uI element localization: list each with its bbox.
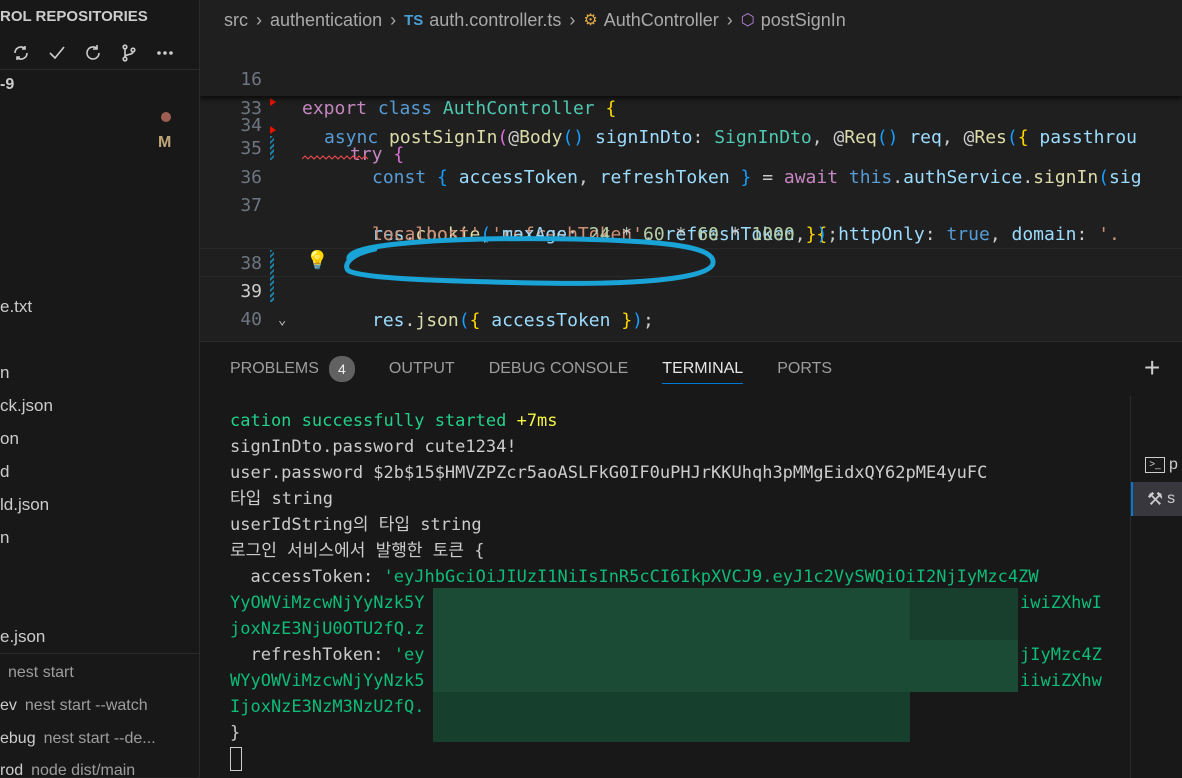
terminal-line [230, 746, 1110, 772]
npm-script-name: ebug [0, 730, 36, 747]
npm-script-item[interactable]: rod node dist/main [0, 762, 135, 777]
code-line[interactable]: 16 export class AuthController { [200, 40, 1182, 119]
file-item[interactable]: e.txt [0, 297, 32, 317]
terminal-icon: >_ [1145, 457, 1165, 473]
tab-ports[interactable]: PORTS [777, 342, 832, 396]
terminal-list-item[interactable]: ⚒ s [1131, 482, 1182, 516]
bottom-panel: PROBLEMS 4 OUTPUT DEBUG CONSOLE TERMINAL … [200, 341, 1182, 778]
tools-icon: ⚒ [1147, 488, 1164, 509]
chevron-right-icon: › [256, 9, 262, 30]
line-number: 33 [240, 98, 262, 119]
tab-label: TERMINAL [662, 360, 744, 377]
modified-gutter-bar [270, 136, 274, 160]
tab-output[interactable]: OUTPUT [389, 342, 455, 396]
file-item[interactable]: n [0, 528, 9, 548]
npm-script-command: nest start --watch [24, 697, 148, 714]
branch-graph-icon[interactable] [116, 38, 142, 68]
source-control-actions [0, 38, 199, 68]
file-item[interactable]: e.json [0, 627, 45, 647]
code-line: localhost', maxAge: 24 * 60 * 60 * 1000 … [372, 224, 839, 245]
repository-name[interactable]: -9 [0, 76, 14, 94]
file-item[interactable]: n [0, 363, 9, 383]
source-control-title: ROL REPOSITORIES [0, 8, 148, 25]
sticky-scroll-header: 16 export class AuthController { 33 asyn… [200, 40, 1182, 148]
check-icon[interactable] [44, 38, 70, 68]
file-item[interactable]: d [0, 462, 9, 482]
redaction-block [910, 588, 1018, 640]
more-icon[interactable] [152, 38, 178, 68]
terminal-line: accessToken: 'eyJhbGciOiJIUzI1NiIsInR5cC… [230, 567, 1039, 587]
sidebar-divider [0, 69, 199, 70]
tab-terminal[interactable]: TERMINAL [662, 342, 743, 396]
error-squiggle [302, 155, 369, 160]
npm-script-command: nest start [8, 664, 74, 681]
terminal-cursor [230, 747, 242, 771]
code-line: 37 res.cookie('refreshToken', refreshTok… [200, 162, 1182, 245]
terminal-list-item[interactable]: >_ p [1131, 448, 1182, 482]
code-line: 41 } catch (error) { [200, 305, 1182, 340]
source-control-sidebar: ROL REPOSITORIES -9 M e.txt n ck.json on… [0, 0, 200, 777]
sync-icon[interactable] [8, 38, 34, 68]
breadcrumb: src › authentication › TS auth.controlle… [200, 0, 1182, 40]
code-line: 39 res.json({ accessToken }); [200, 248, 1182, 331]
terminal-line: signInDto.password cute1234! [230, 437, 517, 457]
modified-badge: M [158, 134, 172, 151]
chevron-right-icon: › [569, 9, 576, 30]
redaction-block [433, 588, 910, 642]
file-item[interactable]: ck.json [0, 396, 53, 416]
unsaved-dot-icon [161, 112, 171, 122]
npm-script-command: nest start --de... [43, 730, 156, 747]
method-icon: ⬡ [740, 12, 755, 29]
terminal-line: userIdString의 타입 string [230, 515, 482, 535]
file-item[interactable]: on [0, 429, 19, 449]
npm-scripts-divider [0, 653, 199, 654]
tab-label: OUTPUT [388, 360, 455, 377]
breadcrumb-item-authentication[interactable]: authentication [270, 10, 382, 31]
breadcrumb-item-src[interactable]: src [224, 10, 248, 31]
npm-script-name: ev [0, 697, 17, 714]
typescript-icon: TS [404, 11, 424, 29]
redaction-block [433, 692, 910, 742]
tab-label: DEBUG CONSOLE [488, 360, 629, 377]
tab-problems[interactable]: PROBLEMS 4 [230, 342, 355, 396]
fold-chevron-icon[interactable]: ⌄ [278, 312, 286, 328]
new-terminal-plus-icon[interactable]: + [1144, 352, 1160, 384]
redaction-block [433, 640, 1018, 692]
terminal-line: user.password $2b$15$HMVZPZcr5aoASLFkG0I… [230, 463, 988, 483]
tab-debug-console[interactable]: DEBUG CONSOLE [489, 342, 629, 396]
npm-script-command: node dist/main [31, 762, 136, 777]
breadcrumb-item-file[interactable]: auth.controller.ts [429, 10, 561, 31]
tab-label: PORTS [777, 360, 833, 377]
code-line[interactable]: 33 async postSignIn(@Body() signInDto: S… [200, 65, 1182, 148]
breadcrumb-item-method[interactable]: postSignIn [761, 10, 846, 31]
chevron-right-icon: › [726, 9, 733, 30]
terminal-line: 타입 string [230, 489, 333, 509]
code-editor[interactable]: 34 try { 35 const { accessToken, refresh… [200, 40, 1182, 340]
npm-script-item[interactable]: nest start [0, 664, 74, 682]
problems-count-badge: 4 [328, 356, 355, 382]
terminal-line: cation successfully started +7ms [230, 411, 558, 431]
npm-script-item[interactable]: ev nest start --watch [0, 697, 148, 715]
tab-label: PROBLEMS [230, 360, 319, 377]
npm-script-item[interactable]: ebug nest start --de... [0, 730, 156, 748]
terminal-line: 로그인 서비스에서 발행한 토큰 { [230, 541, 485, 561]
chevron-right-icon: › [390, 9, 397, 30]
class-icon: ⚙ [583, 12, 598, 29]
breadcrumb-item-class[interactable]: AuthController [604, 10, 719, 31]
code-line: 38 [200, 220, 1182, 274]
refresh-icon[interactable] [80, 38, 106, 68]
terminal-list: >_ p ⚒ s [1130, 396, 1182, 778]
lightbulb-icon[interactable]: 💡 [306, 250, 328, 271]
panel-tabs: PROBLEMS 4 OUTPUT DEBUG CONSOLE TERMINAL … [230, 342, 866, 396]
file-item[interactable]: ld.json [0, 495, 49, 515]
code-line: 40 // return { accessToken }; [200, 276, 1182, 340]
npm-script-name: rod [0, 762, 24, 777]
line-number: 41 [200, 334, 262, 340]
